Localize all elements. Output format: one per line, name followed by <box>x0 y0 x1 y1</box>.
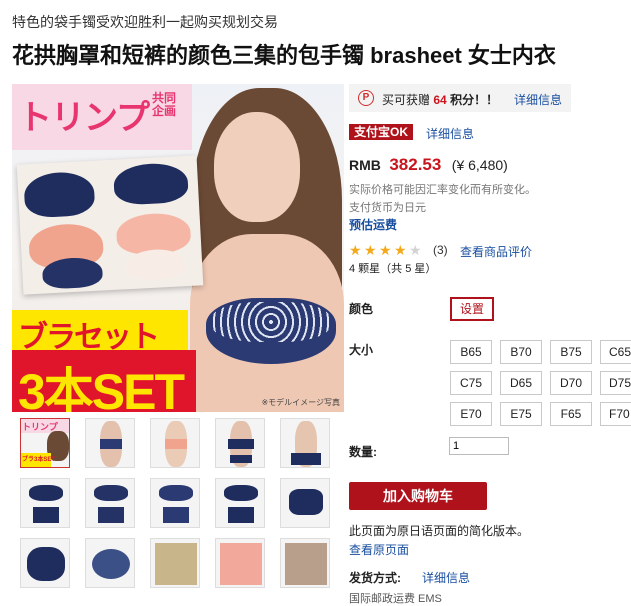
size-option-f70[interactable]: F70 <box>600 402 631 426</box>
size-option-e75[interactable]: E75 <box>500 402 542 426</box>
model-face <box>214 112 300 222</box>
price-yen: (¥ 6,480) <box>451 157 508 173</box>
thumbnail-11[interactable] <box>20 538 70 588</box>
alipay-badge: 支付宝OK <box>349 124 414 140</box>
thumbnail-1-label-bottom: ブラ3本SET <box>22 457 56 463</box>
thumbnail-14[interactable] <box>215 538 265 588</box>
simplified-page-note: 此页面为原日语页面的简化版本。 <box>349 524 530 538</box>
thumbnail-10[interactable] <box>280 478 330 528</box>
price-note-currency: 支付货币为日元 <box>349 202 426 214</box>
shipping-method-cut-text: 国际邮政运费 EMS <box>349 593 442 605</box>
star-filled-icon: ★ <box>379 242 392 258</box>
product-title: 花拱胸罩和短裤的颜色三集的包手镯 brasheet 女士内衣 <box>12 43 556 68</box>
thumbnail-15[interactable] <box>280 538 330 588</box>
view-original-page-link[interactable]: 查看原页面 <box>349 541 409 558</box>
points-icon: P <box>358 90 374 106</box>
quantity-input[interactable] <box>449 437 509 455</box>
color-option-set[interactable]: 设置 <box>450 297 494 321</box>
size-option-c65[interactable]: C65 <box>600 340 631 364</box>
price-currency-label: RMB <box>349 157 381 173</box>
shipping-method-label: 发货方式: <box>349 571 401 585</box>
star-filled-icon: ★ <box>364 242 377 258</box>
points-text: 买可获赠 64 积分！！ <box>382 91 498 108</box>
points-bar: P 买可获赠 64 积分！！ 详细信息 <box>349 84 571 112</box>
thumbnail-12[interactable] <box>85 538 135 588</box>
size-option-f65[interactable]: F65 <box>550 402 592 426</box>
points-amount: 64 <box>433 93 447 107</box>
thumbnail-4[interactable] <box>215 418 265 468</box>
main-product-image[interactable]: トリンプ 共同企画 ブラセット 3本SET ※モデルイメージ写真 <box>12 84 344 412</box>
size-option-e70[interactable]: E70 <box>450 402 492 426</box>
add-to-cart-button[interactable]: 加入购物车 <box>349 482 487 510</box>
promo-collab-text: 共同企画 <box>152 91 177 118</box>
size-option-d65[interactable]: D65 <box>500 371 542 395</box>
promo-banner-top: トリンプ 共同企画 <box>12 84 192 150</box>
size-option-b70[interactable]: B70 <box>500 340 542 364</box>
thumbnail-9[interactable] <box>215 478 265 528</box>
image-caption: ※モデルイメージ写真 <box>261 398 340 407</box>
size-option-d75[interactable]: D75 <box>600 371 631 395</box>
product-subtitle: 特色的袋手镯受欢迎胜利一起购买规划交易 <box>12 14 278 30</box>
price-rmb: 382.53 <box>389 155 442 174</box>
size-option-b65[interactable]: B65 <box>450 340 492 364</box>
model-bra-lace <box>212 302 330 342</box>
points-prefix: 买可获赠 <box>382 93 431 107</box>
shipping-method-detail-link[interactable]: 详细信息 <box>422 569 470 586</box>
size-label: 大小 <box>349 343 374 357</box>
star-empty-icon: ★ <box>409 242 422 258</box>
price-note-exchange: 实际价格可能因汇率变化而有所变化。 <box>349 184 536 196</box>
thumbnail-6[interactable] <box>20 478 70 528</box>
promo-brand-text: トリンプ <box>18 99 150 137</box>
set-banner-line2-text: 3本SET <box>18 364 185 412</box>
color-label: 颜色 <box>349 302 374 316</box>
set-banner-line1: ブラセット <box>12 310 188 354</box>
thumbnail-2[interactable] <box>85 418 135 468</box>
size-option-c75[interactable]: C75 <box>450 371 492 395</box>
quantity-label: 数量: <box>349 445 377 459</box>
thumbnail-3[interactable] <box>150 418 200 468</box>
thumbnail-1[interactable]: トリンプ ブラ3本SET <box>20 418 70 468</box>
star-filled-icon: ★ <box>349 242 362 258</box>
lingerie-set-image <box>16 155 204 295</box>
size-option-d70[interactable]: D70 <box>550 371 592 395</box>
view-reviews-link[interactable]: 查看商品评价 <box>460 243 532 260</box>
shipping-estimate-link[interactable]: 预估运费 <box>349 216 397 233</box>
thumbnail-5[interactable] <box>280 418 330 468</box>
points-detail-link[interactable]: 详细信息 <box>514 91 562 108</box>
size-option-b75[interactable]: B75 <box>550 340 592 364</box>
star-filled-icon: ★ <box>394 242 407 258</box>
points-suffix: 积分！！ <box>450 93 499 107</box>
review-count: (3) <box>433 243 448 257</box>
thumbnail-13[interactable] <box>150 538 200 588</box>
price-row: RMB 382.53 (¥ 6,480) <box>349 155 508 175</box>
alipay-detail-link[interactable]: 详细信息 <box>426 125 474 142</box>
set-banner-line2: 3本SET <box>12 350 196 412</box>
thumbnail-7[interactable] <box>85 478 135 528</box>
star-summary: 4 颗星（共 5 星） <box>349 263 437 275</box>
thumbnail-8[interactable] <box>150 478 200 528</box>
star-rating: ★ ★ ★ ★ ★ <box>349 243 429 257</box>
